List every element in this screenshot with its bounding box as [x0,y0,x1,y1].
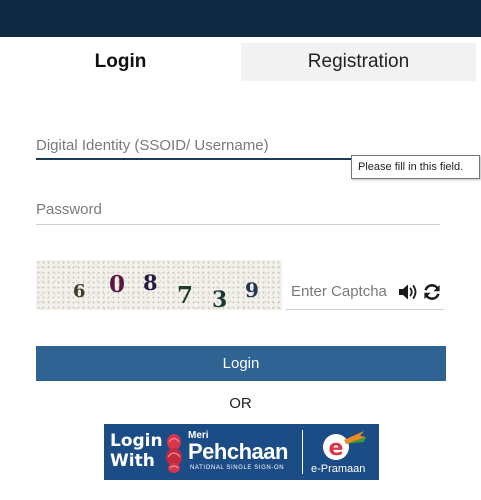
captcha-digit: 8 [143,270,158,295]
login-button[interactable]: Login [36,346,446,381]
refresh-icon[interactable] [422,282,442,307]
banner-pehchaan: Pehchaan [188,439,288,464]
banner-e-pramaan: e-Pramaan [311,463,366,475]
fingerprint-logo-icon [164,432,184,479]
captcha-underline [286,309,444,310]
password-underline [36,224,440,225]
speaker-icon[interactable] [398,283,420,306]
tab-registration[interactable]: Registration [241,43,476,81]
captcha-digit: 7 [177,282,194,309]
e-pramaan-logo-icon: e [320,428,368,467]
login-with-meri-pehchaan-button[interactable]: Login With Meri Pehchaan NATIONAL SINGLE… [104,424,379,480]
captcha-digit: 0 [109,271,126,298]
svg-text:e: e [329,436,344,461]
banner-login-with: Login With [110,431,163,471]
tab-login[interactable]: Login [0,43,241,81]
banner-login-text: Login [110,431,163,451]
banner-with-text: With [110,451,155,471]
captcha-digit: 6 [73,281,86,302]
captcha-input[interactable] [291,280,397,302]
captcha-image: 6 0 8 7 3 9 [36,260,282,313]
captcha-digit: 3 [212,287,228,313]
auth-tabs: Login Registration [0,43,476,81]
top-header-bar [0,0,481,37]
banner-divider [302,430,303,474]
or-separator: OR [229,395,252,412]
captcha-digit: 9 [245,278,259,302]
banner-tagline: NATIONAL SINGLE SIGN-ON [190,465,285,471]
password-input[interactable] [36,196,440,222]
validation-tooltip: Please fill in this field. [351,155,480,179]
ssoid-underline-focused [36,158,386,160]
